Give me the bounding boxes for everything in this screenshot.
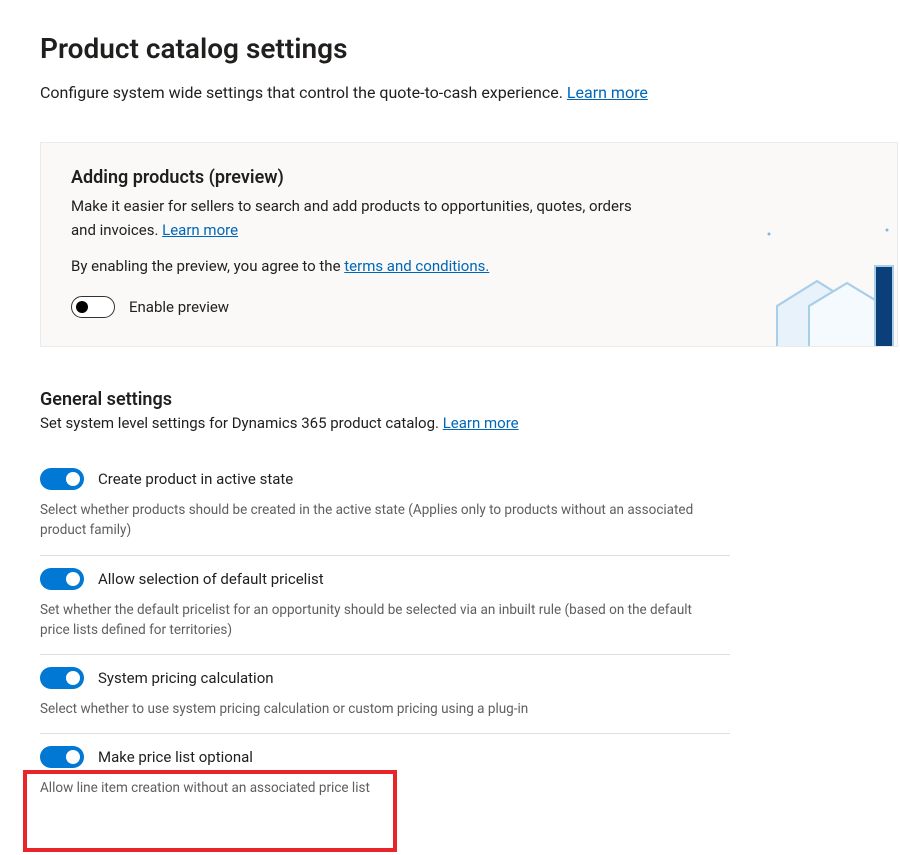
general-learn-more-link[interactable]: Learn more xyxy=(443,414,519,432)
system-pricing-desc: Select whether to use system pricing cal… xyxy=(40,699,720,719)
default-pricelist-toggle[interactable] xyxy=(40,568,84,590)
card-terms-line: By enabling the preview, you agree to th… xyxy=(71,254,651,278)
page-description-text: Configure system wide settings that cont… xyxy=(40,83,567,102)
default-pricelist-desc: Set whether the default pricelist for an… xyxy=(40,600,720,641)
system-pricing-label: System pricing calculation xyxy=(98,669,274,687)
card-learn-more-link[interactable]: Learn more xyxy=(162,221,238,239)
toggle-knob xyxy=(76,301,88,313)
create-product-active-toggle[interactable] xyxy=(40,468,84,490)
toggle-knob xyxy=(66,750,80,764)
card-title: Adding products (preview) xyxy=(71,167,867,188)
card-desc-text: Make it easier for sellers to search and… xyxy=(71,197,632,239)
price-list-optional-desc: Allow line item creation without an asso… xyxy=(40,778,720,798)
card-terms-prefix: By enabling the preview, you agree to th… xyxy=(71,257,344,275)
price-list-optional-label: Make price list optional xyxy=(98,748,253,766)
setting-system-pricing: System pricing calculation Select whethe… xyxy=(40,655,730,734)
general-subtitle-text: Set system level settings for Dynamics 3… xyxy=(40,414,443,432)
toggle-knob xyxy=(66,472,80,486)
general-settings-title: General settings xyxy=(40,389,900,410)
card-description: Make it easier for sellers to search and… xyxy=(71,194,651,242)
enable-preview-label: Enable preview xyxy=(129,298,229,316)
toggle-knob xyxy=(66,671,80,685)
terms-link[interactable]: terms and conditions. xyxy=(344,257,489,275)
page-learn-more-link[interactable]: Learn more xyxy=(567,83,648,102)
page-title: Product catalog settings xyxy=(40,32,900,65)
create-product-active-desc: Select whether products should be create… xyxy=(40,500,720,541)
card-illustration xyxy=(757,226,898,347)
default-pricelist-label: Allow selection of default pricelist xyxy=(98,570,324,588)
setting-price-list-optional: Make price list optional Allow line item… xyxy=(40,734,730,812)
page-subtitle: Configure system wide settings that cont… xyxy=(40,83,900,102)
enable-preview-toggle[interactable] xyxy=(71,296,115,318)
price-list-optional-toggle[interactable] xyxy=(40,746,84,768)
general-settings-subtitle: Set system level settings for Dynamics 3… xyxy=(40,414,900,432)
setting-create-product-active: Create product in active state Select wh… xyxy=(40,456,730,556)
create-product-active-label: Create product in active state xyxy=(98,470,293,488)
toggle-knob xyxy=(66,572,80,586)
system-pricing-toggle[interactable] xyxy=(40,667,84,689)
adding-products-card: Adding products (preview) Make it easier… xyxy=(40,142,898,347)
setting-default-pricelist: Allow selection of default pricelist Set… xyxy=(40,556,730,656)
